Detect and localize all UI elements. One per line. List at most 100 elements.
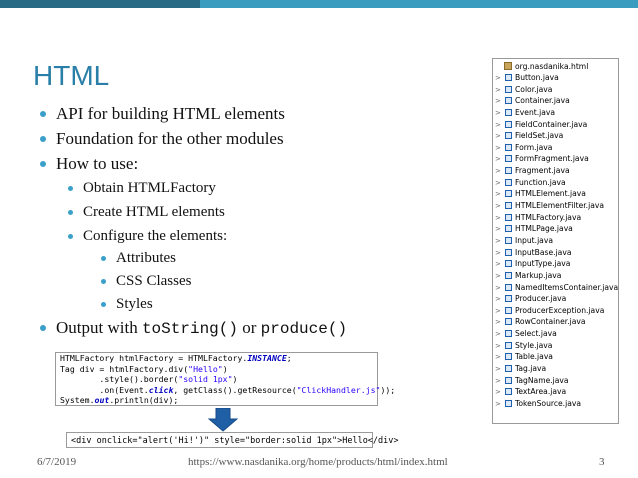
java-file-icon [505,376,512,384]
java-file-icon [505,353,512,361]
bullet-dot [101,256,106,261]
java-file-icon [505,248,512,256]
tree-file-label: Producer.java [515,294,567,304]
java-file-icon [505,167,512,175]
code-line-4: .on(Event.click, getClass().getResource(… [60,384,396,395]
java-file-icon [505,365,512,373]
java-file-icon [505,202,512,210]
bullet-dot [40,136,46,142]
code-snippet: HTMLFactory htmlFactory = HTMLFactory.IN… [55,352,396,406]
chevron-right-icon[interactable]: > [495,364,505,376]
java-file-icon [505,155,512,163]
tree-file-item[interactable]: > TokenSource.java [495,398,618,410]
tree-file-item[interactable]: > Container.java [495,95,618,107]
chevron-right-icon[interactable]: > [495,108,505,120]
tree-file-label: Form.java [515,142,553,152]
tree-file-item[interactable]: > TextArea.java [495,386,618,398]
tree-file-item[interactable]: > Table.java [495,351,618,363]
tree-file-label: Table.java [515,352,553,362]
tree-file-label: FieldSet.java [515,131,564,141]
bullet-dot [40,111,46,117]
tree-file-label: TagName.java [515,375,569,385]
java-file-icon [505,178,512,186]
tree-file-label: HTMLElementFilter.java [515,201,605,211]
tree-file-label: Button.java [515,73,559,82]
tree-file-item[interactable]: > Tag.java [495,363,618,375]
java-file-icon [505,388,512,396]
chevron-right-icon[interactable]: > [495,73,505,85]
tree-file-item[interactable]: > InputType.java [495,258,618,270]
bullet-how-to-use: How to use: [40,154,138,174]
java-file-icon [505,318,512,326]
tree-file-item[interactable]: > HTMLElement.java [495,188,618,200]
bullet-dot [68,210,73,215]
tree-file-item[interactable]: > Producer.java [495,293,618,305]
java-file-icon [505,271,512,279]
tree-file-item[interactable]: > Select.java [495,328,618,340]
tree-file-label: HTMLElement.java [515,189,586,199]
package-explorer-tree[interactable]: org.nasdanika.html > Button.java > Color.ja… [492,58,619,424]
tree-file-label: HTMLPage.java [515,224,573,234]
bullet-css-classes: CSS Classes [101,273,191,290]
bullet-api: API for building HTML elements [40,104,285,124]
tree-file-item[interactable]: > RowContainer.java [495,316,618,328]
footer-url: https://www.nasdanika.org/home/products/… [188,456,448,468]
tree-file-label: FormFragment.java [515,154,589,164]
java-file-icon [505,85,512,93]
tree-file-item[interactable]: > ProducerException.java [495,305,618,317]
java-file-icon [505,260,512,268]
tree-file-item[interactable]: > FormFragment.java [495,153,618,165]
tree-file-label: Color.java [515,84,553,94]
tree-file-item[interactable]: > HTMLFactory.java [495,212,618,224]
chevron-right-icon[interactable]: > [495,271,505,283]
chevron-right-icon[interactable]: > [495,399,505,411]
chevron-right-icon[interactable]: > [495,236,505,248]
java-file-icon [505,295,512,303]
chevron-right-icon[interactable]: > [495,201,505,213]
tree-file-item[interactable]: > NamedItemsContainer.java [495,282,618,294]
code-tostring: toString() [141,320,238,338]
tree-file-item[interactable]: > FieldContainer.java [495,119,618,131]
tree-file-label: ProducerException.java [515,305,605,315]
top-accent-bar-light [200,0,638,8]
tree-file-item[interactable]: > TagName.java [495,375,618,387]
tree-file-item[interactable]: > Function.java [495,177,618,189]
output-html: <div onclick="alert('Hi!')" style="borde… [66,432,399,448]
tree-file-item[interactable]: > Color.java [495,84,618,96]
arrow-down-icon [208,408,238,432]
bullet-dot [68,234,73,239]
tree-file-item[interactable]: > Style.java [495,340,618,352]
code-line-2: Tag div = htmlFactory.div("Hello") [60,363,228,374]
tree-file-item[interactable]: > HTMLElementFilter.java [495,200,618,212]
java-file-icon [505,306,512,314]
java-file-icon [505,74,512,81]
tree-file-label: Function.java [515,177,566,187]
tree-file-label: Event.java [515,107,556,117]
tree-file-item[interactable]: > InputBase.java [495,247,618,259]
tree-file-item[interactable]: > Input.java [495,235,618,247]
tree-file-item[interactable]: > Button.java [495,72,618,84]
java-file-icon [505,341,512,349]
java-file-icon [505,143,512,151]
tree-file-item[interactable]: > Markup.java [495,270,618,282]
footer-date: 6/7/2019 [37,456,77,468]
bullet-styles: Styles [101,296,153,313]
tree-file-label: Tag.java [515,364,547,374]
bullet-obtain: Obtain HTMLFactory [68,180,216,197]
package-icon [504,62,512,70]
java-file-icon [505,132,512,140]
java-file-icon [505,120,512,128]
tree-file-label: InputType.java [515,259,571,269]
tree-root-package[interactable]: org.nasdanika.html [495,61,588,72]
top-accent-bar [0,0,638,8]
tree-file-item[interactable]: > FieldSet.java [495,130,618,142]
tree-file-item[interactable]: > Fragment.java [495,165,618,177]
tree-file-item[interactable]: > Event.java [495,107,618,119]
tree-file-label: Container.java [515,96,570,106]
tree-file-label: Fragment.java [515,166,570,176]
tree-file-item[interactable]: > HTMLPage.java [495,223,618,235]
top-accent-bar-dark [0,0,200,8]
bullet-create: Create HTML elements [68,204,225,221]
bullet-configure: Configure the elements: [68,228,227,245]
tree-file-item[interactable]: > Form.java [495,142,618,154]
